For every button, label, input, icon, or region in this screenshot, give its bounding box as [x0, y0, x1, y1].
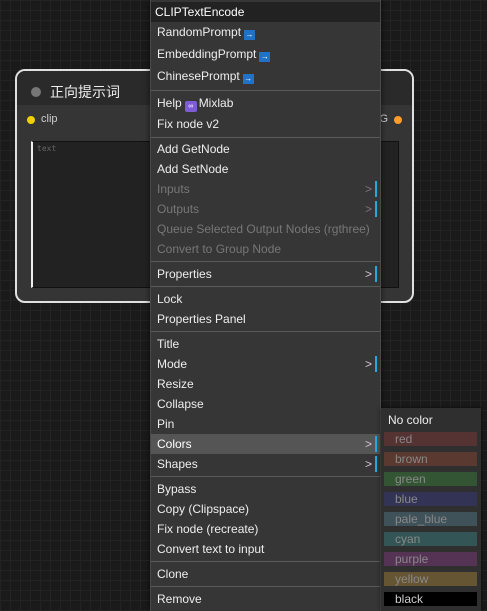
- menu-divider: [151, 286, 380, 287]
- menu-item-pin[interactable]: Pin: [151, 414, 380, 434]
- menu-divider: [151, 90, 380, 91]
- menu-item-label: Collapse: [157, 397, 204, 411]
- menu-item-label: ChinesePrompt: [157, 69, 240, 83]
- submenu-chevron-icon: >: [364, 182, 372, 196]
- menu-item-label: Add SetNode: [157, 162, 229, 176]
- menu-divider: [151, 476, 380, 477]
- menu-item-outputs[interactable]: Outputs >: [151, 199, 380, 219]
- menu-item-chineseprompt[interactable]: ChinesePrompt →: [151, 66, 380, 86]
- clip-input-label: clip: [41, 113, 58, 125]
- menu-item-label: Help: [157, 96, 182, 110]
- menu-item-label: Pin: [157, 417, 175, 431]
- menu-item-remove[interactable]: Remove: [151, 589, 380, 609]
- menu-item-label: Shapes: [157, 457, 198, 471]
- collapse-dot-icon[interactable]: [31, 87, 41, 97]
- menu-item-label: EmbeddingPrompt: [157, 47, 257, 61]
- menu-item-label: Queue Selected Output Nodes (rgthree): [157, 222, 370, 236]
- menu-item-label: Outputs: [157, 202, 200, 216]
- conditioning-output-slot-icon[interactable]: [394, 116, 402, 124]
- menu-item-properties[interactable]: Properties >: [151, 264, 380, 284]
- menu-item-help[interactable]: Help ∞ Mixlab: [151, 93, 380, 113]
- menu-item-label: Bypass: [157, 482, 197, 496]
- submenu-indicator: [375, 201, 377, 217]
- submenu-indicator: [375, 436, 377, 452]
- color-option-pale-blue[interactable]: pale_blue: [384, 512, 477, 526]
- submenu-indicator: [375, 356, 377, 372]
- menu-divider: [151, 137, 380, 138]
- menu-divider: [151, 261, 380, 262]
- menu-item-label: Clone: [157, 567, 189, 581]
- submenu-indicator: [375, 181, 377, 197]
- menu-item-embeddingprompt[interactable]: EmbeddingPrompt →: [151, 44, 380, 64]
- node-context-menu: CLIPTextEncode RandomPrompt → EmbeddingPr…: [150, 0, 381, 611]
- submenu-chevron-icon: >: [364, 202, 372, 216]
- menu-item-label: Inputs: [157, 182, 190, 196]
- clip-input-slot-icon[interactable]: [27, 116, 35, 124]
- menu-item-inputs[interactable]: Inputs >: [151, 179, 380, 199]
- menu-divider: [151, 331, 380, 332]
- menu-item-label: RandomPrompt: [157, 25, 242, 39]
- menu-item-label: Copy (Clipspace): [157, 502, 250, 516]
- color-option-cyan[interactable]: cyan: [384, 532, 477, 546]
- menu-item-collapse[interactable]: Collapse: [151, 394, 380, 414]
- right-arrow-box-icon: →: [244, 30, 256, 40]
- menu-item-lock[interactable]: Lock: [151, 289, 380, 309]
- menu-item-colors[interactable]: Colors >: [151, 434, 380, 454]
- menu-item-fix-node-recreate[interactable]: Fix node (recreate): [151, 519, 380, 539]
- color-option-blue[interactable]: blue: [384, 492, 477, 506]
- menu-item-label: Properties: [157, 267, 212, 281]
- menu-item-label: Fix node v2: [157, 117, 220, 131]
- node-title: 正向提示词: [50, 84, 120, 100]
- color-option-none[interactable]: No color: [381, 411, 481, 431]
- color-option-purple[interactable]: purple: [384, 552, 477, 566]
- menu-item-mode[interactable]: Mode >: [151, 354, 380, 374]
- menu-item-label: Mode: [157, 357, 188, 371]
- menu-title: CLIPTextEncode: [151, 2, 380, 22]
- menu-item-convert-to-group-node[interactable]: Convert to Group Node: [151, 239, 380, 259]
- menu-item-properties-panel[interactable]: Properties Panel: [151, 309, 380, 329]
- right-arrow-box-icon: →: [259, 52, 271, 62]
- menu-item-label: Convert text to input: [157, 542, 265, 556]
- submenu-indicator: [375, 266, 377, 282]
- menu-item-convert-text-to-input[interactable]: Convert text to input: [151, 539, 380, 559]
- menu-item-label: Resize: [157, 377, 194, 391]
- color-option-green[interactable]: green: [384, 472, 477, 486]
- color-option-red[interactable]: red: [384, 432, 477, 446]
- color-option-yellow[interactable]: yellow: [384, 572, 477, 586]
- menu-item-label: Convert to Group Node: [157, 242, 282, 256]
- menu-item-label: Remove: [157, 592, 202, 606]
- color-option-brown[interactable]: brown: [384, 452, 477, 466]
- menu-item-label: Fix node (recreate): [157, 522, 259, 536]
- menu-item-label: Colors: [157, 437, 192, 451]
- menu-item-randomprompt[interactable]: RandomPrompt →: [151, 22, 380, 42]
- menu-item-label: Lock: [157, 292, 183, 306]
- menu-divider: [151, 586, 380, 587]
- submenu-chevron-icon: >: [364, 457, 372, 471]
- menu-item-add-setnode[interactable]: Add SetNode: [151, 159, 380, 179]
- colors-submenu: No color red brown green blue pale_bluecyan p…: [381, 408, 481, 611]
- menu-item-shapes[interactable]: Shapes >: [151, 454, 380, 474]
- menu-item-fix-node-v2[interactable]: Fix node v2: [151, 114, 380, 134]
- menu-item-bypass[interactable]: Bypass: [151, 479, 380, 499]
- color-option-black[interactable]: black: [384, 592, 477, 606]
- help-badge: Mixlab: [198, 96, 234, 110]
- menu-item-queue-selected-output-nodes[interactable]: Queue Selected Output Nodes (rgthree): [151, 219, 380, 239]
- menu-item-clone[interactable]: Clone: [151, 564, 380, 584]
- menu-item-label: Title: [157, 337, 180, 351]
- menu-item-copy-clipspace[interactable]: Copy (Clipspace): [151, 499, 380, 519]
- submenu-chevron-icon: >: [364, 437, 372, 451]
- mixlab-logo-icon: ∞: [184, 101, 197, 112]
- menu-item-resize[interactable]: Resize: [151, 374, 380, 394]
- menu-item-label: Properties Panel: [157, 312, 246, 326]
- submenu-indicator: [375, 456, 377, 472]
- submenu-chevron-icon: >: [364, 357, 372, 371]
- right-arrow-box-icon: →: [242, 74, 254, 84]
- menu-item-title[interactable]: Title: [151, 334, 380, 354]
- menu-item-label: Add GetNode: [157, 142, 230, 156]
- submenu-chevron-icon: >: [364, 267, 372, 281]
- menu-item-add-getnode[interactable]: Add GetNode: [151, 139, 380, 159]
- menu-divider: [151, 561, 380, 562]
